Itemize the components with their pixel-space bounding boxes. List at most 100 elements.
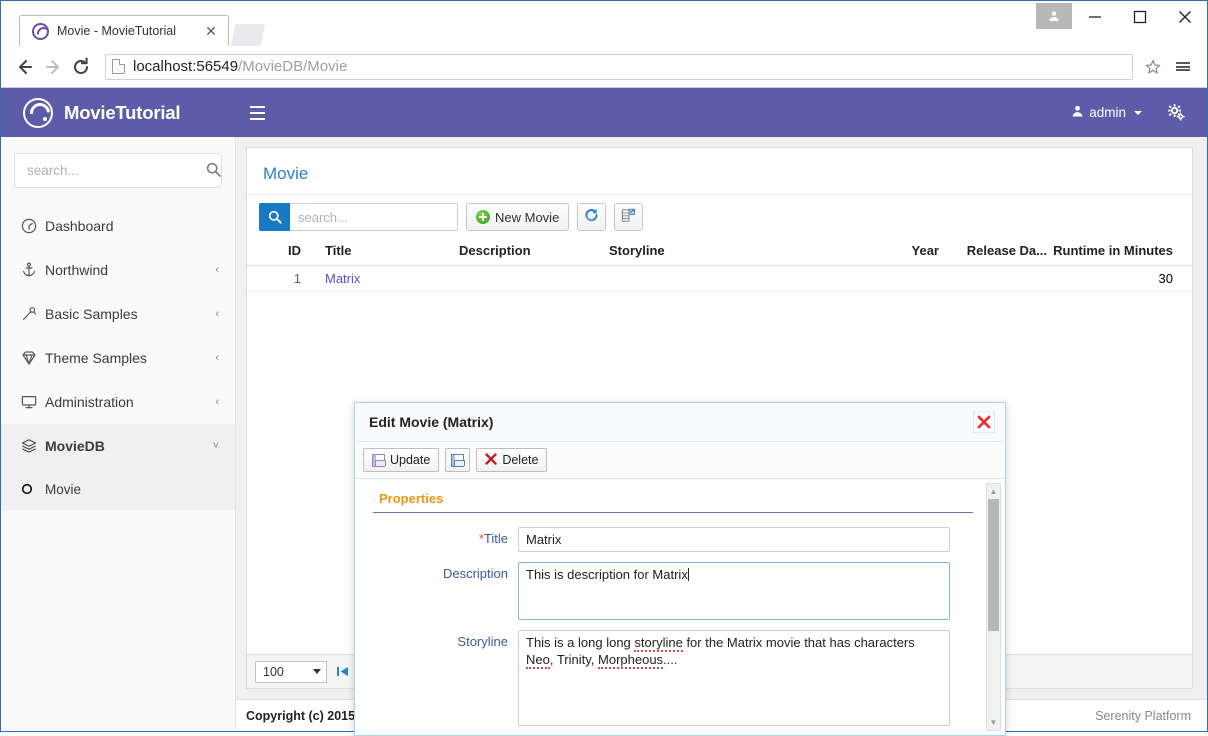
dialog-toolbar: Update Delete xyxy=(355,442,1005,479)
cell-id: 1 xyxy=(293,271,301,286)
column-picker-button[interactable] xyxy=(614,203,644,231)
footer-platform: Serenity Platform xyxy=(1095,708,1191,723)
column-header-runtime[interactable]: Runtime in Minutes xyxy=(1047,243,1179,258)
dialog-header: Edit Movie (Matrix) xyxy=(355,403,1005,442)
grid-header-row: ID Title Description Storyline Year Rele… xyxy=(247,239,1192,266)
edit-movie-dialog: Edit Movie (Matrix) Update Delete Proper… xyxy=(354,402,1006,736)
sidebar-item-dashboard[interactable]: Dashboard xyxy=(1,204,235,248)
browser-menu-icon[interactable] xyxy=(1171,54,1195,80)
search-icon[interactable] xyxy=(259,203,290,231)
storyline-part-1: This is a long long xyxy=(526,635,635,650)
title-input[interactable] xyxy=(518,527,950,552)
storyline-misspelled-1: storyline xyxy=(634,635,683,652)
storyline-textarea[interactable]: This is a long long storyline for the Ma… xyxy=(518,630,950,726)
field-title: *Title xyxy=(373,527,979,552)
field-description: Description This is description for Matr… xyxy=(373,562,979,620)
sidebar-item-label: Northwind xyxy=(45,262,109,278)
close-button[interactable] xyxy=(1162,1,1207,33)
sidebar-search-input[interactable] xyxy=(25,162,206,179)
circle-icon xyxy=(21,483,45,495)
dialog-close-icon[interactable] xyxy=(973,411,995,433)
page-title: Movie xyxy=(247,148,1192,195)
sidebar-item-administration[interactable]: Administration ‹ xyxy=(1,380,235,424)
maximize-button[interactable] xyxy=(1117,1,1162,33)
new-tab-button[interactable] xyxy=(231,24,265,46)
label-text: Title xyxy=(483,531,508,546)
category-title-properties: Properties xyxy=(373,491,973,513)
forward-icon[interactable] xyxy=(39,53,67,81)
scrollbar-track[interactable] xyxy=(987,499,1000,715)
url-host: localhost:56549 xyxy=(133,58,239,75)
column-header-id[interactable]: ID xyxy=(247,243,309,258)
browser-tab[interactable]: Movie - MovieTutorial ✕ xyxy=(19,15,229,46)
cell-runtime: 30 xyxy=(1158,271,1173,286)
first-page-button[interactable] xyxy=(334,665,351,678)
grid-toolbar: New Movie xyxy=(247,195,1192,239)
bookmark-star-icon[interactable] xyxy=(1141,54,1165,80)
sidebar-item-movie[interactable]: Movie xyxy=(1,468,235,510)
back-icon[interactable] xyxy=(11,53,39,81)
chevron-down-icon: ˅ xyxy=(212,440,219,452)
sidebar-item-label: Dashboard xyxy=(45,218,114,234)
sidebar-item-northwind[interactable]: Northwind ‹ xyxy=(1,248,235,292)
page-size-value: 100 xyxy=(263,664,284,679)
column-header-release-date[interactable]: Release Da... xyxy=(939,243,1047,258)
scroll-down-icon[interactable]: ▼ xyxy=(987,715,1000,730)
field-control-title xyxy=(518,527,979,552)
column-picker-icon xyxy=(621,208,636,226)
scroll-up-icon[interactable]: ▲ xyxy=(987,484,1000,499)
table-row[interactable]: 1 Matrix 30 xyxy=(247,266,1192,292)
brand-title: MovieTutorial xyxy=(64,101,181,123)
chevron-down-icon xyxy=(1134,110,1142,115)
topnav-right-area: admin xyxy=(1058,88,1207,137)
gears-icon[interactable] xyxy=(1156,104,1191,121)
update-button[interactable]: Update xyxy=(363,448,440,472)
user-profile-icon[interactable] xyxy=(1036,3,1072,29)
sidebar: Dashboard Northwind ‹ Basic Samples ‹ xyxy=(1,137,236,731)
diamond-icon xyxy=(21,350,45,366)
delete-button[interactable]: Delete xyxy=(476,448,548,472)
x-icon xyxy=(485,453,498,467)
delete-label: Delete xyxy=(502,453,539,467)
page-size-select[interactable]: 100 xyxy=(255,660,327,683)
description-textarea[interactable]: This is description for Matrix xyxy=(518,562,950,620)
minimize-button[interactable] xyxy=(1072,1,1117,33)
apply-changes-button[interactable] xyxy=(445,448,471,472)
browser-window: Movie - MovieTutorial ✕ localhost:56549/… xyxy=(0,0,1208,736)
column-header-description[interactable]: Description xyxy=(459,243,609,258)
search-input[interactable] xyxy=(290,203,458,231)
sidebar-search[interactable] xyxy=(14,153,222,188)
desktop-icon xyxy=(21,394,45,410)
column-header-title[interactable]: Title xyxy=(309,243,459,258)
app-brand[interactable]: MovieTutorial xyxy=(1,88,236,137)
storyline-misspelled-2: Neo xyxy=(526,651,550,669)
storyline-part-2: for the Matrix movie that has characters xyxy=(682,635,915,650)
sidebar-item-theme-samples[interactable]: Theme Samples ‹ xyxy=(1,336,235,380)
sidebar-toggle-icon[interactable] xyxy=(236,88,278,137)
new-movie-button[interactable]: New Movie xyxy=(466,203,570,231)
address-bar[interactable]: localhost:56549/MovieDB/Movie xyxy=(105,53,1133,80)
chevron-left-icon: ‹ xyxy=(215,396,219,408)
tab-close-icon[interactable]: ✕ xyxy=(202,22,220,40)
browser-navigation-bar: localhost:56549/MovieDB/Movie xyxy=(1,46,1207,88)
page-info-icon xyxy=(112,59,125,74)
serenity-logo-icon xyxy=(23,97,53,128)
refresh-button[interactable] xyxy=(577,203,607,231)
dialog-scrollbar[interactable]: ▲ ▼ xyxy=(986,483,1001,731)
sidebar-item-moviedb[interactable]: MovieDB ˅ xyxy=(1,424,235,468)
column-header-storyline[interactable]: Storyline xyxy=(609,243,869,258)
user-dropdown[interactable]: admin xyxy=(1058,105,1156,120)
magic-wand-icon xyxy=(21,306,45,322)
column-header-year[interactable]: Year xyxy=(869,243,939,258)
new-movie-label: New Movie xyxy=(495,209,560,225)
update-label: Update xyxy=(390,453,431,467)
reload-icon[interactable] xyxy=(67,53,95,81)
field-control-description: This is description for Matrix xyxy=(518,562,979,620)
storyline-part-4: .... xyxy=(663,651,678,667)
dialog-form: Properties *Title Description This is de… xyxy=(355,479,1005,726)
sidebar-item-basic-samples[interactable]: Basic Samples ‹ xyxy=(1,292,235,336)
field-storyline: Storyline This is a long long storyline … xyxy=(373,630,979,726)
cell-title[interactable]: Matrix xyxy=(309,271,459,286)
app-top-navbar: MovieTutorial admin xyxy=(1,88,1207,137)
scrollbar-thumb[interactable] xyxy=(988,499,999,631)
